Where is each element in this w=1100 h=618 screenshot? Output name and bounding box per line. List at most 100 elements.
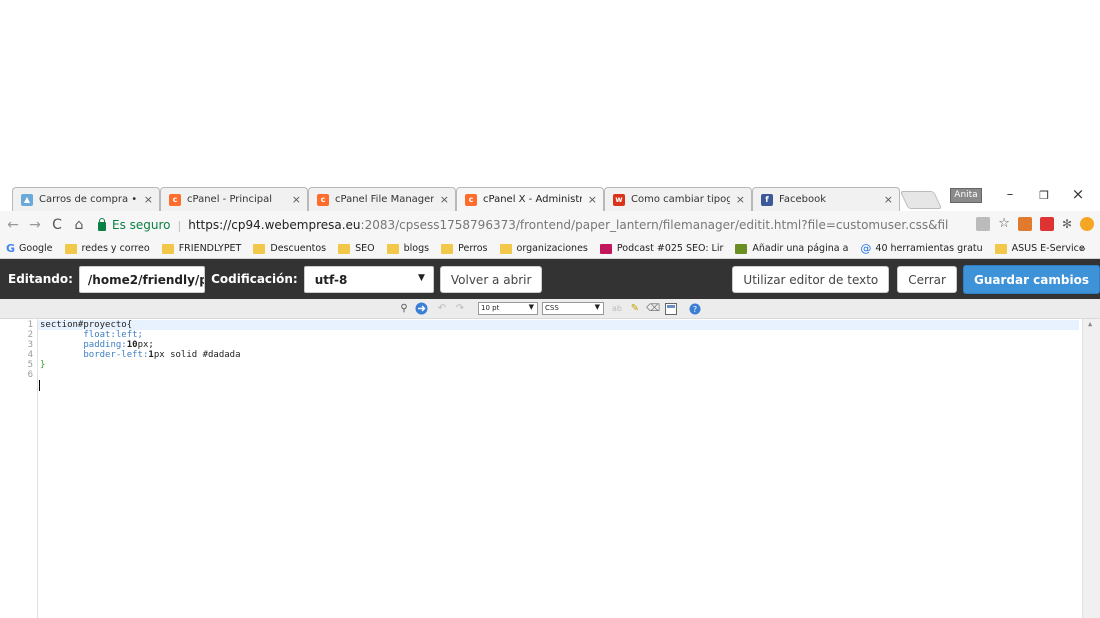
closing-brace: } [40, 360, 46, 370]
search-icon[interactable]: ⚲ [397, 301, 411, 316]
secure-label: Es seguro [112, 218, 171, 232]
cpanel-icon: c [465, 193, 477, 206]
tab-carros[interactable]: ▲ Carros de compra • Frie × [12, 187, 160, 211]
tab-close-icon[interactable]: × [144, 193, 153, 206]
facebook-icon: f [761, 193, 773, 206]
url-field[interactable]: https://cp94.webempresa.eu:2083/cpsess17… [188, 218, 948, 232]
tab-cpanel-file-manager[interactable]: c cPanel File Manager v3 × [308, 187, 456, 211]
use-text-editor-button[interactable]: Utilizar editor de texto [732, 265, 890, 293]
tab-close-icon[interactable]: × [736, 193, 745, 206]
bookmark-label: redes y correo [81, 243, 150, 254]
back-icon[interactable]: ← [4, 217, 22, 233]
eraser-icon[interactable]: ⌫ [646, 301, 660, 316]
podcast-icon [599, 243, 612, 254]
star-icon[interactable]: ☆ [998, 216, 1010, 231]
line-number-gutter: 1 2 3 4 5 6 [0, 319, 38, 618]
bookmark-folder[interactable]: redes y correo [64, 243, 150, 254]
bookmark-label: Podcast #025 SEO: Lir [616, 243, 724, 254]
file-path-field[interactable]: /home2/friendly/public_ht [78, 265, 206, 293]
undo-icon[interactable]: ↶ [436, 301, 448, 316]
css-property: border-left [83, 350, 143, 360]
bookmark-google[interactable]: G Google [6, 242, 53, 255]
new-tab-button[interactable] [899, 191, 943, 209]
maximize-icon[interactable]: ❐ [1034, 189, 1054, 202]
folder-icon [994, 243, 1007, 254]
close-window-icon[interactable]: × [1068, 185, 1088, 203]
code-line: section#proyecto{ [40, 320, 132, 330]
tab-title: Como cambiar tipograf [631, 194, 730, 205]
reload-icon[interactable]: C [48, 217, 66, 233]
forward-icon[interactable]: → [26, 217, 44, 233]
chevron-down-icon: ▼ [594, 303, 600, 311]
at-icon: @ [860, 242, 872, 255]
bookmark-folder[interactable]: blogs [386, 243, 429, 254]
line-number: 5 [27, 360, 33, 370]
bookmark-label: Perros [458, 243, 488, 254]
bookmarks-overflow-icon[interactable]: » [1079, 242, 1086, 255]
close-button[interactable]: Cerrar [897, 265, 957, 293]
code-editor[interactable]: 1 2 3 4 5 6 section#proyecto{ float:left… [0, 319, 1100, 618]
bookmarks-bar: G Google redes y correo FRIENDLYPET Descu… [0, 239, 1100, 259]
warning-icon[interactable] [1080, 216, 1094, 231]
bookmark-label: Añadir una página a [752, 243, 849, 254]
tab-cpanel-principal[interactable]: c cPanel - Principal × [160, 187, 308, 211]
bookmark-page[interactable]: Podcast #025 SEO: Lir [599, 243, 724, 254]
url-host: cp94.webempresa.eu [231, 218, 361, 232]
scroll-up-icon[interactable]: ▲ [1088, 320, 1092, 328]
bookmark-label: Google [19, 243, 53, 254]
bookmark-label: Descuentos [270, 243, 327, 254]
bookmark-folder[interactable]: Perros [441, 243, 488, 254]
reopen-button[interactable]: Volver a abrir [439, 265, 543, 293]
bookmark-page[interactable]: @40 herramientas gratu [860, 242, 982, 255]
bookmark-page[interactable]: Añadir una página a [735, 243, 848, 254]
bookmark-label: 40 herramientas gratu [875, 243, 983, 254]
tab-title: cPanel X - Administrad [483, 194, 582, 205]
css-value: px solid [153, 350, 198, 360]
bookmark-folder[interactable]: ASUS E-Service [994, 243, 1085, 254]
text-cursor [39, 380, 40, 391]
highlight-icon[interactable]: ✎ [628, 301, 642, 316]
syntax-select[interactable]: CSS ▼ [542, 302, 604, 315]
profile-button[interactable]: Anita [950, 188, 982, 203]
tab-close-icon[interactable]: × [292, 193, 301, 206]
home-icon[interactable]: ⌂ [70, 217, 88, 233]
save-changes-button[interactable]: Guardar cambios [962, 264, 1100, 294]
blank-area [0, 0, 1100, 183]
bookmark-folder[interactable]: Descuentos [253, 243, 326, 254]
css-unit: px; [137, 340, 154, 350]
fullscreen-icon[interactable] [664, 301, 678, 316]
bookmark-folder[interactable]: FRIENDLYPET [161, 243, 241, 254]
tab-close-icon[interactable]: × [588, 193, 597, 206]
encoding-select[interactable]: utf-8 ▼ [303, 265, 434, 293]
vertical-scrollbar[interactable]: ▲ [1082, 319, 1100, 618]
cpanel-icon: c [317, 193, 329, 206]
editor-header: Editando: /home2/friendly/public_ht Codi… [0, 259, 1100, 299]
tab-title: Carros de compra • Frie [39, 194, 138, 205]
tab-title: cPanel - Principal [187, 194, 273, 205]
tab-close-icon[interactable]: × [440, 193, 449, 206]
tab-cpanel-administrador[interactable]: c cPanel X - Administrad × [456, 187, 604, 211]
extension-icon[interactable] [1039, 216, 1054, 231]
google-icon: G [6, 242, 16, 255]
url-path: :2083/cpsess1758796373/frontend/paper_la… [360, 218, 949, 232]
tab-title: Facebook [779, 194, 826, 205]
help-icon[interactable]: ? [688, 301, 702, 316]
tab-close-icon[interactable]: × [884, 193, 893, 206]
bookmark-folder[interactable]: SEO [338, 243, 375, 254]
font-size-value: 10 pt [481, 304, 500, 312]
extension-icon[interactable] [1017, 216, 1032, 231]
css-selector: section#proyecto{ [40, 320, 133, 330]
line-number: 1 [27, 320, 33, 330]
goto-line-icon[interactable] [414, 301, 428, 316]
minimize-icon[interactable]: – [1000, 187, 1020, 202]
tab-como-cambiar[interactable]: w Como cambiar tipograf × [604, 187, 752, 211]
redo-icon[interactable]: ↷ [454, 301, 466, 316]
tab-facebook[interactable]: f Facebook × [752, 187, 900, 211]
encoding-value: utf-8 [314, 272, 348, 287]
secure-indicator[interactable]: Es seguro [98, 217, 171, 232]
bookmark-folder[interactable]: organizaciones [499, 243, 588, 254]
font-size-select[interactable]: 10 pt ▼ [478, 302, 538, 315]
extension-icon[interactable]: ✻ [1062, 217, 1072, 231]
translate-icon[interactable] [976, 216, 991, 231]
spellcheck-icon[interactable]: ab [610, 301, 624, 316]
